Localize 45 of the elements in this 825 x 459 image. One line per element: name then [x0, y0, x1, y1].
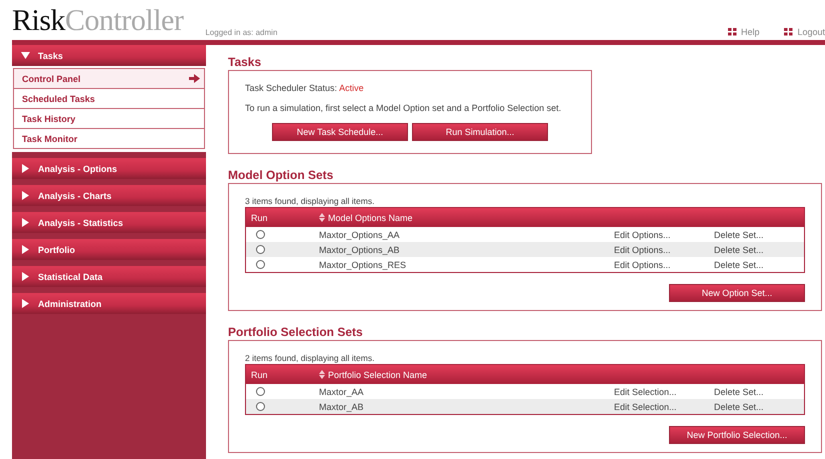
- menu-item[interactable]: Control Panel: [13, 68, 205, 89]
- action-button[interactable]: New Task Schedule...: [272, 123, 408, 141]
- delete-link[interactable]: Delete Set...: [714, 244, 764, 254]
- section-title: Model Option Sets: [228, 168, 334, 182]
- top-link[interactable]: Logout: [784, 27, 825, 37]
- edit-link[interactable]: Edit Options...: [614, 230, 714, 240]
- table-cell-text: Maxtor_AB: [319, 402, 365, 412]
- table-cell-text: Maxtor_Options_RES: [319, 260, 408, 270]
- top-link[interactable]: Help: [728, 27, 760, 37]
- column-header: Run: [250, 370, 269, 380]
- column-header[interactable]: Model Options Name: [319, 212, 614, 222]
- delete-link[interactable]: Delete Set...: [714, 260, 764, 270]
- table-cell-text: Maxtor_Options_AA: [319, 230, 401, 240]
- menu-group-header[interactable]: Statistical Data: [12, 266, 206, 287]
- login-status: Logged in as: admin: [205, 28, 278, 39]
- menu-group-header[interactable]: Analysis - Options: [12, 158, 206, 179]
- delete-link[interactable]: Delete Set...: [714, 402, 764, 412]
- instruction-text: To run a simulation, first select a Model Option set and a Portfolio Selection set.: [245, 103, 562, 113]
- column-header: Run: [250, 212, 269, 222]
- delete-link[interactable]: Delete Set...: [714, 386, 764, 396]
- menu-item[interactable]: Scheduled Tasks: [13, 88, 205, 109]
- logo: RiskController: [12, 4, 184, 39]
- table-cell-text: Maxtor_Options_AB: [319, 244, 401, 254]
- edit-link[interactable]: Edit Selection...: [614, 386, 714, 396]
- column-header[interactable]: Portfolio Selection Name: [319, 370, 614, 380]
- new-set-button[interactable]: New Option Set...: [669, 284, 805, 302]
- section-title: Tasks: [228, 55, 262, 69]
- edit-link[interactable]: Edit Selection...: [614, 402, 714, 412]
- menu-group-header[interactable]: Tasks: [12, 45, 206, 66]
- menu-item[interactable]: Task Monitor: [13, 128, 205, 149]
- delete-link[interactable]: Delete Set...: [714, 230, 764, 240]
- menu-group-header[interactable]: Analysis - Statistics: [12, 212, 206, 233]
- items-count: 3 items found, displaying all items.: [245, 196, 376, 206]
- section-title: Portfolio Selection Sets: [228, 325, 364, 339]
- action-button[interactable]: Run Simulation...: [412, 123, 548, 141]
- table-cell-text: Maxtor_AA: [319, 386, 365, 396]
- new-set-button[interactable]: New Portfolio Selection...: [669, 426, 805, 444]
- edit-link[interactable]: Edit Options...: [614, 244, 714, 254]
- scheduler-status: Task Scheduler Status: Active: [245, 83, 365, 93]
- edit-link[interactable]: Edit Options...: [614, 260, 714, 270]
- menu-item[interactable]: Task History: [13, 108, 205, 129]
- items-count: 2 items found, displaying all items.: [245, 353, 376, 363]
- menu-group-header[interactable]: Administration: [12, 293, 206, 314]
- menu-group-header[interactable]: Analysis - Charts: [12, 185, 206, 206]
- menu-group-header[interactable]: Portfolio: [12, 239, 206, 260]
